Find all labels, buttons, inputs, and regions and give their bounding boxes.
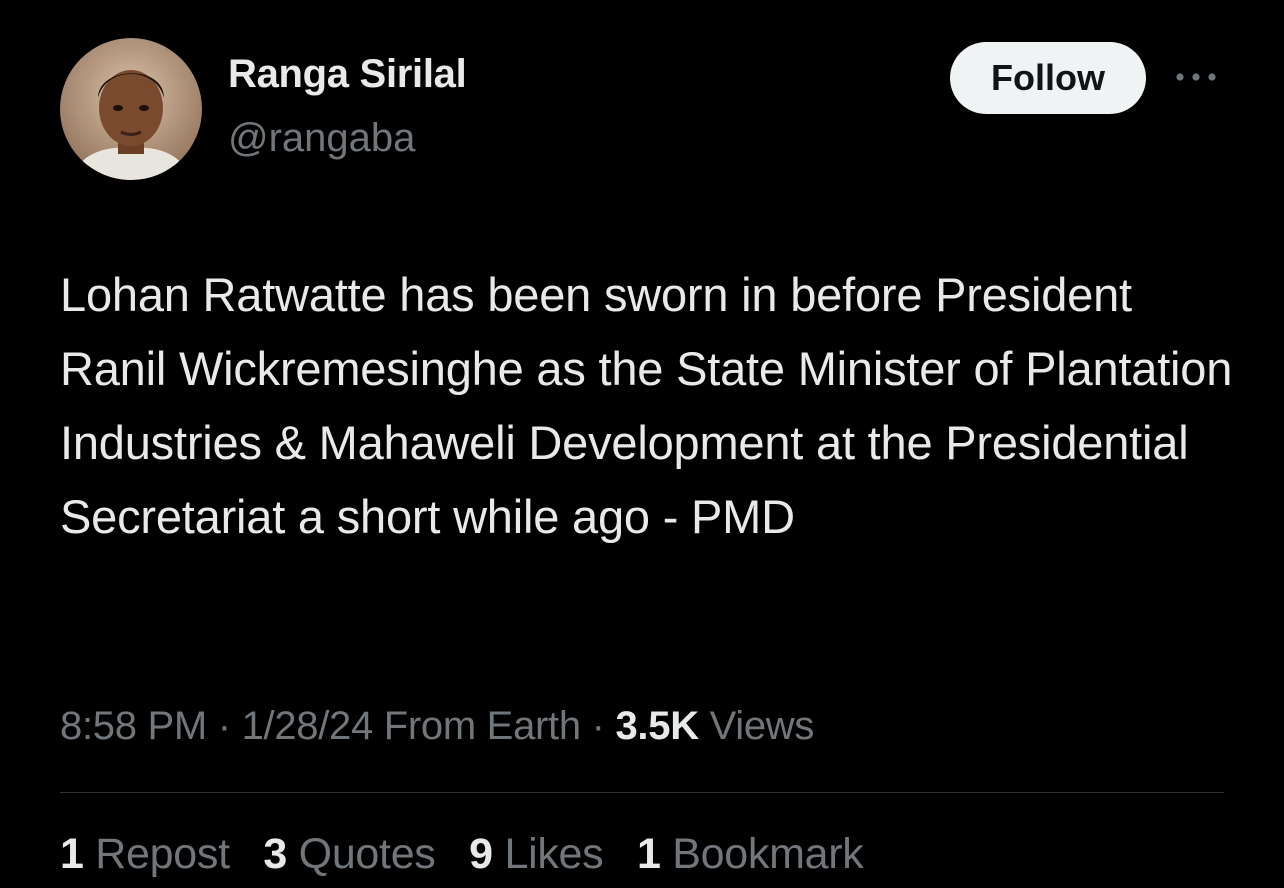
meta-separator: · <box>217 704 231 748</box>
reposts-label: Repost <box>95 830 230 878</box>
likes-label: Likes <box>504 830 604 878</box>
quotes-count: 3 <box>263 830 288 878</box>
reposts-stat[interactable]: 1 Repost <box>60 830 230 879</box>
views-count: 3.5K <box>615 704 699 748</box>
follow-button-label: Follow <box>991 57 1105 98</box>
profile-photo <box>60 38 202 180</box>
likes-count: 9 <box>469 830 493 878</box>
follow-button[interactable]: Follow <box>950 42 1146 114</box>
tweet-time[interactable]: 8:58 PM <box>60 704 207 748</box>
divider <box>60 792 1224 793</box>
tweet-meta: 8:58 PM · 1/28/24 From Earth · 3.5K View… <box>60 704 814 749</box>
reposts-count: 1 <box>60 830 84 878</box>
tweet-source: From Earth <box>383 704 581 748</box>
meta-separator: · <box>591 704 605 748</box>
bookmarks-label: Bookmark <box>672 830 864 878</box>
bookmarks-stat[interactable]: 1 Bookmark <box>637 830 864 879</box>
avatar[interactable] <box>60 38 202 180</box>
tweet-date[interactable]: 1/28/24 <box>242 704 374 748</box>
quotes-stat[interactable]: 3 Quotes <box>263 830 435 879</box>
more-horizontal-icon[interactable] <box>1170 62 1222 92</box>
quotes-label: Quotes <box>298 830 436 878</box>
bookmarks-count: 1 <box>637 830 661 878</box>
likes-stat[interactable]: 9 Likes <box>469 830 603 879</box>
tweet-text: Lohan Ratwatte has been sworn in before … <box>60 268 1233 543</box>
author-handle[interactable]: @rangaba <box>228 116 415 161</box>
engagement-stats: 1 Repost 3 Quotes 9 Likes 1 Bookmark <box>60 830 885 879</box>
views-label: Views <box>709 704 815 748</box>
author-display-name[interactable]: Ranga Sirilal <box>228 52 467 97</box>
